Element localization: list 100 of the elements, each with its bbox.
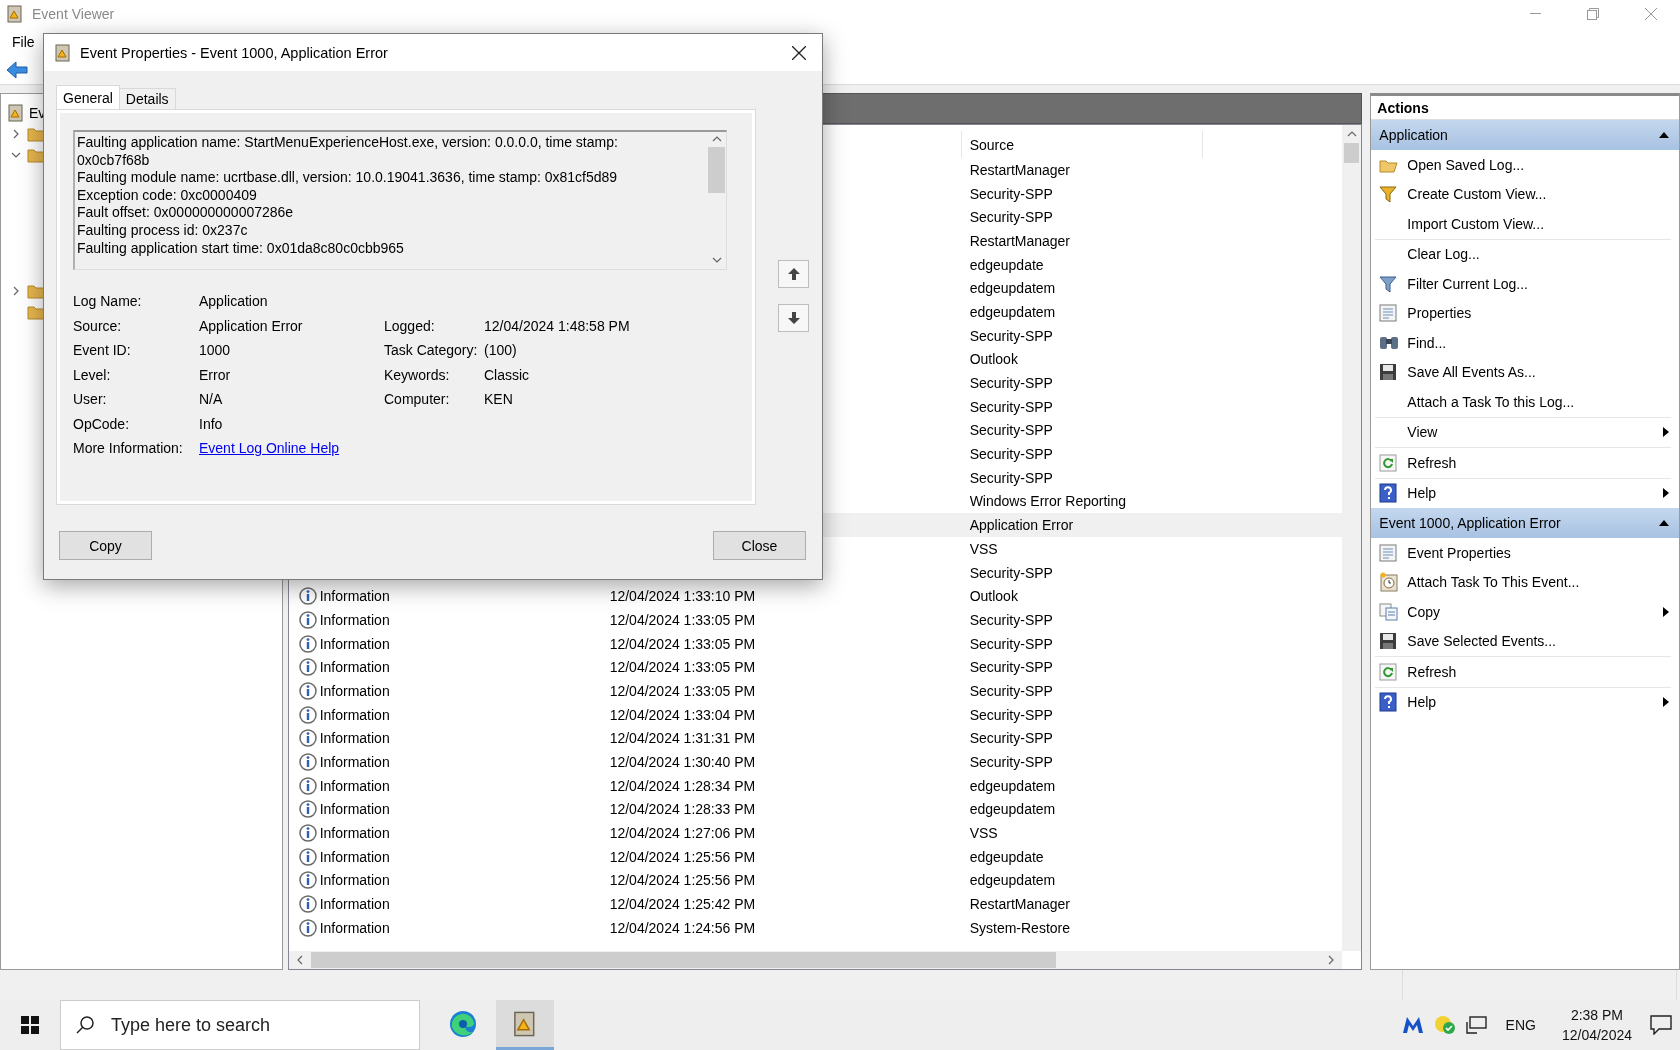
folder-icon <box>27 125 45 142</box>
date-text: 12/04/2024 1:28:34 PM <box>609 777 756 794</box>
date-text: 12/04/2024 1:33:04 PM <box>609 706 756 723</box>
next-event-button[interactable] <box>778 304 809 332</box>
source-text: RestartManager <box>969 896 1071 913</box>
action-link[interactable]: Save All Events As... <box>1407 364 1536 381</box>
event-row[interactable]: Information 12/04/2024 1:30:40 PM Security-SPP <box>288 750 1343 774</box>
event-row[interactable]: Information 12/04/2024 1:25:56 PM edgeupdate <box>288 844 1343 869</box>
section-header[interactable]: Application <box>1371 120 1679 150</box>
scroll-up-icon[interactable] <box>1346 129 1357 139</box>
source-text: edgeupdatem <box>969 801 1056 818</box>
column-header[interactable]: Source <box>961 131 1203 158</box>
action-link[interactable]: Event Properties <box>1407 544 1511 561</box>
language-indicator[interactable]: ENG <box>1505 1017 1536 1033</box>
event-row[interactable]: Information 12/04/2024 1:33:05 PM Security-SPP <box>288 655 1343 680</box>
action-link[interactable]: Help <box>1407 485 1437 502</box>
source-text: Windows Error Reporting <box>969 493 1127 510</box>
action-link[interactable]: Attach Task To This Event... <box>1407 574 1580 591</box>
event-row[interactable]: Information 12/04/2024 1:33:05 PM Security-SPP <box>288 631 1343 656</box>
menu-item[interactable]: File <box>6 33 41 50</box>
dialog-button[interactable]: Close <box>713 531 806 560</box>
expand-chevron-icon[interactable] <box>11 128 21 139</box>
source-text: Outlook <box>969 588 1018 605</box>
action-link[interactable]: Properties <box>1407 305 1472 322</box>
field-label: Source: <box>73 317 123 334</box>
event-row[interactable]: Information 12/04/2024 1:31:31 PM Security-SPP <box>288 726 1343 751</box>
description-box[interactable] <box>73 130 727 270</box>
date-text: 12/04/2024 1:31:31 PM <box>609 730 756 747</box>
taskbar-app-button[interactable] <box>496 1000 554 1050</box>
source-text: edgeupdatem <box>969 872 1056 889</box>
help-icon <box>1379 483 1398 504</box>
source-text: System-Restore <box>969 919 1070 936</box>
event-row[interactable]: Information 12/04/2024 1:25:56 PM edgeupdatem <box>288 868 1343 893</box>
scroll-down-icon[interactable] <box>711 255 722 265</box>
scroll-up-icon[interactable] <box>711 134 722 144</box>
event-row[interactable]: Information 12/04/2024 1:28:33 PM edgeupdatem <box>288 797 1343 822</box>
section-header[interactable]: Event 1000, Application Error <box>1371 508 1679 538</box>
field-value: KEN <box>484 391 514 408</box>
action-link[interactable]: Refresh <box>1407 663 1457 680</box>
action-link[interactable]: Create Custom View... <box>1407 186 1547 203</box>
action-link[interactable]: Help <box>1407 694 1437 711</box>
event-row[interactable]: Information 12/04/2024 1:33:10 PM Outlook <box>288 584 1343 609</box>
event-row[interactable]: Information 12/04/2024 1:28:34 PM edgeupdatem <box>288 773 1343 798</box>
help-link[interactable]: Event Log Online Help <box>199 440 484 457</box>
scrollbar-thumb[interactable] <box>1344 143 1360 163</box>
shield-check-icon[interactable] <box>1433 1015 1456 1035</box>
action-link[interactable]: View <box>1407 424 1438 441</box>
description-line: Faulting module name: ucrtbase.dll, version: 10.0.19041.3636, time stamp: 0x81cf5d89 <box>77 169 619 187</box>
action-link[interactable]: Clear Log... <box>1407 246 1480 263</box>
expand-chevron-icon[interactable] <box>11 285 21 296</box>
action-link[interactable]: Refresh <box>1407 454 1457 471</box>
refresh-icon <box>1379 662 1398 681</box>
field-label: OpCode: <box>73 415 131 432</box>
level-text: Information <box>319 635 390 652</box>
description-line: Exception code: 0xc0000409 <box>77 186 258 205</box>
source-text: edgeupdatem <box>969 280 1056 297</box>
source-text: edgeupdatem <box>969 303 1056 320</box>
event-row[interactable]: Information 12/04/2024 1:33:04 PM Security-SPP <box>288 702 1343 727</box>
m-shaped-icon[interactable] <box>1401 1016 1424 1034</box>
search-bar[interactable]: Type here to search <box>60 1000 420 1050</box>
info-icon <box>298 681 317 700</box>
submenu-arrow-icon <box>1661 488 1671 499</box>
scrollbar-thumb[interactable] <box>708 147 725 193</box>
info-icon <box>298 871 317 890</box>
previous-event-button[interactable] <box>778 260 809 288</box>
collapse-triangle-icon <box>1659 130 1669 140</box>
search-input[interactable]: Type here to search <box>109 1013 389 1037</box>
close-icon <box>1645 8 1657 20</box>
level-text: Information <box>319 611 390 628</box>
event-row[interactable]: Information 12/04/2024 1:33:05 PM Security-SPP <box>288 679 1343 703</box>
event-row[interactable]: Information 12/04/2024 1:27:06 PM VSS <box>288 821 1343 845</box>
notification-icon[interactable] <box>1650 1015 1672 1035</box>
action-link[interactable]: Attach a Task To this Log... <box>1407 393 1575 410</box>
tab[interactable]: Details <box>118 88 176 109</box>
vertical-scrollbar[interactable] <box>1342 125 1362 951</box>
action-link[interactable]: Save Selected Events... <box>1407 633 1556 650</box>
date-text: 12/04/2024 1:24:56 PM <box>609 919 756 936</box>
event-row[interactable]: Information 12/04/2024 1:25:42 PM RestartManager <box>288 892 1343 916</box>
action-link[interactable]: Find... <box>1407 334 1447 351</box>
network-monitor-icon[interactable] <box>1465 1016 1488 1034</box>
event-row[interactable]: Information 12/04/2024 1:24:56 PM System-Restore <box>288 916 1343 940</box>
level-text: Information <box>319 588 390 605</box>
event-row[interactable]: Information 12/04/2024 1:33:05 PM Security-SPP <box>288 608 1343 632</box>
folder-icon <box>27 303 45 320</box>
action-link[interactable]: Open Saved Log... <box>1407 156 1525 173</box>
scrollbar-thumb[interactable] <box>310 952 1056 968</box>
action-link[interactable]: Copy <box>1407 603 1441 620</box>
clock[interactable]: 2:38 PM 12/04/2024 <box>1561 1005 1632 1045</box>
submenu-arrow-icon <box>1661 427 1671 438</box>
action-link[interactable]: Filter Current Log... <box>1407 275 1528 292</box>
properties-icon <box>1379 304 1398 323</box>
back-arrow-icon[interactable] <box>6 60 28 79</box>
folder-icon <box>27 282 45 299</box>
source-text: edgeupdate <box>969 848 1044 865</box>
action-link[interactable]: Import Custom View... <box>1407 215 1545 232</box>
field-value: (100) <box>484 342 518 359</box>
tab[interactable]: General <box>56 85 120 109</box>
date-text: 12/04/2024 1:33:05 PM <box>609 611 756 628</box>
dialog-button[interactable]: Copy <box>59 531 152 560</box>
horizontal-scrollbar[interactable] <box>288 951 1343 969</box>
